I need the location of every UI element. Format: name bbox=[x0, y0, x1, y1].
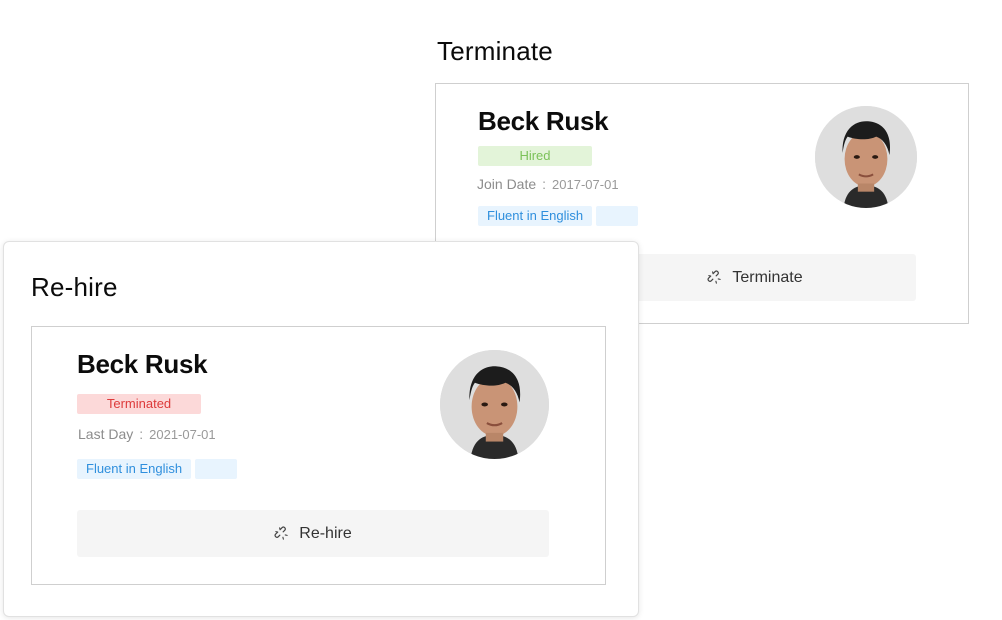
employee-card-rehire: Beck Rusk Terminated Last Day:2021-07-01… bbox=[31, 326, 606, 585]
employee-name: Beck Rusk bbox=[478, 106, 609, 136]
join-date-row: Join Date:2017-07-01 bbox=[477, 176, 619, 192]
employee-name: Beck Rusk bbox=[77, 349, 208, 379]
skill-tags: Fluent in English bbox=[77, 459, 238, 479]
avatar bbox=[440, 350, 549, 459]
skill-tag-empty bbox=[596, 206, 639, 226]
date-label: Join Date bbox=[477, 176, 537, 192]
date-separator: : bbox=[139, 426, 144, 442]
avatar-photo-icon bbox=[815, 106, 917, 208]
avatar bbox=[815, 106, 917, 208]
date-value: 2017-07-01 bbox=[552, 177, 619, 192]
terminate-section-title: Terminate bbox=[437, 36, 553, 66]
skill-tag: Fluent in English bbox=[478, 206, 593, 226]
unlink-icon bbox=[707, 270, 722, 284]
skill-tag: Fluent in English bbox=[77, 459, 192, 479]
status-badge: Terminated bbox=[77, 394, 201, 414]
skill-tag-empty bbox=[195, 459, 238, 479]
rehire-button[interactable]: Re-hire bbox=[77, 510, 549, 557]
rehire-button-label: Re-hire bbox=[299, 524, 352, 542]
status-badge: Hired bbox=[478, 146, 592, 166]
terminate-button[interactable]: Terminate bbox=[594, 254, 916, 301]
last-day-row: Last Day:2021-07-01 bbox=[78, 426, 216, 442]
skill-tags: Fluent in English bbox=[478, 206, 639, 226]
terminate-button-label: Terminate bbox=[732, 268, 803, 286]
date-value: 2021-07-01 bbox=[149, 427, 216, 442]
date-label: Last Day bbox=[78, 426, 134, 442]
unlink-icon bbox=[274, 526, 288, 540]
rehire-panel: Re-hire Beck Rusk Terminated Last Day:20… bbox=[3, 241, 639, 617]
rehire-section-title: Re-hire bbox=[31, 272, 118, 302]
avatar-photo-icon bbox=[440, 350, 549, 459]
date-separator: : bbox=[542, 176, 547, 192]
